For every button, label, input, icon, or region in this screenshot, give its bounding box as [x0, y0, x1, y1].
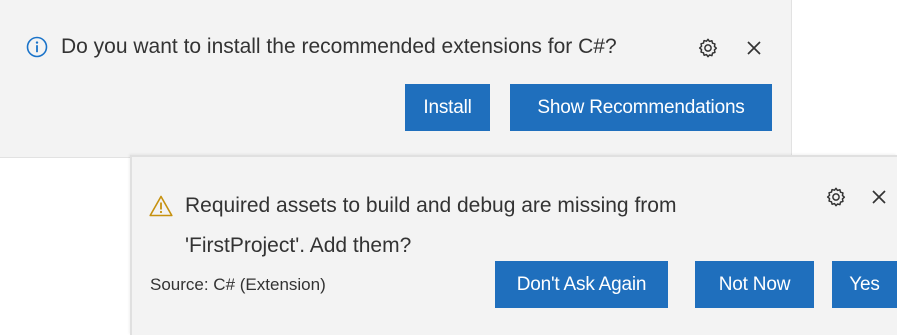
yes-button[interactable]: Yes: [832, 261, 897, 308]
missing-assets-notification: Required assets to build and debug are m…: [130, 155, 897, 335]
notification-message: Required assets to build and debug are m…: [185, 194, 677, 257]
show-recommendations-button[interactable]: Show Recommendations: [510, 84, 772, 131]
warning-icon: [149, 186, 173, 226]
not-now-button[interactable]: Not Now: [695, 261, 814, 308]
install-button[interactable]: Install: [405, 84, 490, 131]
gear-icon[interactable]: [822, 183, 850, 211]
info-icon: [25, 32, 49, 62]
dont-ask-again-button[interactable]: Don't Ask Again: [495, 261, 668, 308]
notification-message: Do you want to install the recommended e…: [61, 35, 617, 58]
extension-recommendation-notification: Do you want to install the recommended e…: [0, 0, 792, 158]
notification-source: Source: C# (Extension): [150, 275, 326, 294]
close-icon[interactable]: [740, 34, 768, 62]
gear-icon[interactable]: [694, 34, 722, 62]
notification-message-row: Do you want to install the recommended e…: [25, 32, 617, 62]
notifications-area: Do you want to install the recommended e…: [0, 0, 897, 335]
close-icon[interactable]: [865, 183, 893, 211]
notification-message-row: Required assets to build and debug are m…: [149, 186, 676, 266]
